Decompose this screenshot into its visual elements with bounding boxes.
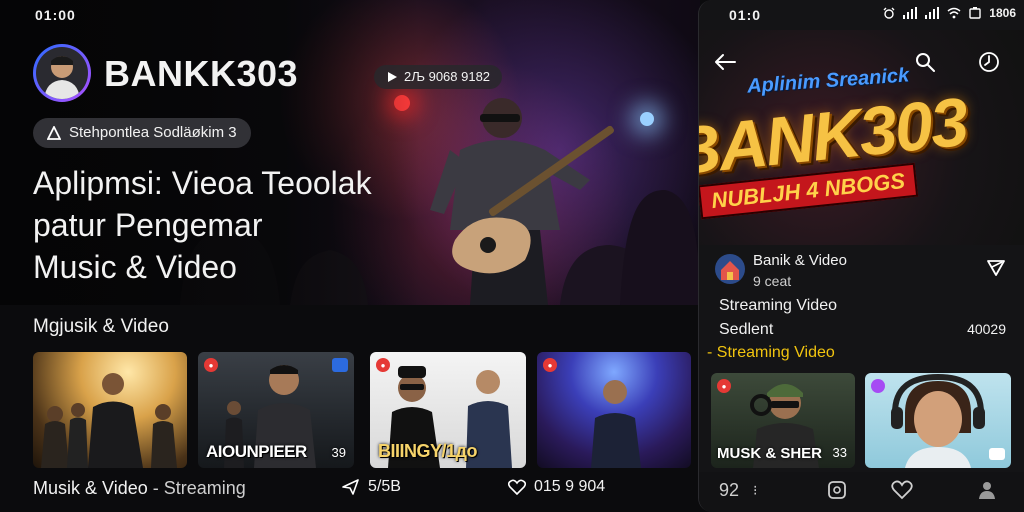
wifi-icon (947, 7, 961, 19)
card-overlay-text: AIOUNPIEER (206, 442, 307, 461)
channel-subtitle: 9 ceat (753, 273, 792, 289)
category-tag[interactable]: Stehpontleа Sodläøkim 3 (33, 118, 251, 148)
heart-icon (508, 479, 526, 495)
back-button[interactable] (711, 48, 739, 76)
share-icon (987, 260, 1005, 276)
card-count: 39 (331, 445, 346, 460)
brand-name[interactable]: BANKK303 (104, 53, 298, 95)
battery-icon (969, 7, 981, 19)
views-pill: 2Љ 9068 9182 (374, 65, 503, 89)
phone-share-button[interactable] (986, 257, 1006, 282)
phone-video-card[interactable] (865, 373, 1011, 468)
triangle-icon (47, 126, 61, 140)
share-count: 5/5B (368, 478, 401, 495)
house-icon (721, 261, 739, 280)
card-overlay-text: MUSK & SHER (717, 445, 823, 462)
phone-status-right: 1806 (989, 6, 1016, 20)
live-badge-icon: ● (717, 379, 731, 393)
hero-headline: Aplipmsi: Viеoa Teoolak patur Pengemar M… (33, 162, 433, 288)
like-button[interactable]: 015 9 904 (508, 478, 605, 496)
phone-panel: 01:0 1806 Aplinim Sreanick BANK303 NUBLJ… (698, 0, 1024, 512)
like-count: 015 9 904 (534, 478, 606, 495)
play-icon (388, 72, 397, 82)
hero-banner: 01:00 BANKK303 2Љ 9068 9182 Stehpontleа … (0, 0, 700, 305)
video-card[interactable]: ● BIIINGY/1дo (370, 352, 526, 468)
performer-figure (41, 373, 177, 468)
tab-profile[interactable] (977, 480, 997, 500)
clock-icon (979, 52, 999, 72)
tab-home[interactable]: 92 ⁝ (719, 480, 757, 501)
dots-icon: ⁝ (753, 482, 758, 498)
channel-badge-icon (989, 448, 1005, 460)
search-button[interactable] (911, 48, 939, 76)
footer-label-sub: Streaming (163, 478, 246, 498)
tab-likes[interactable] (891, 480, 913, 500)
live-badge-icon: ● (543, 358, 557, 372)
footer-label-main: Musik & Video (33, 478, 148, 498)
live-badge-icon: ● (204, 358, 218, 372)
video-card[interactable]: ● AIOUNPIEER 39 (198, 352, 354, 468)
category-tag-label: Stehpontleа Sodläøkim 3 (69, 124, 237, 141)
channel-avatar[interactable] (715, 254, 745, 284)
square-icon (828, 481, 846, 499)
headline-line: Aplipmsi: Viеoa Teoolak (33, 165, 372, 201)
footer-label-sep: - (147, 478, 164, 498)
phone-line-highlight[interactable]: - Streaming Video (707, 344, 835, 362)
signal-icon (925, 7, 940, 19)
video-card[interactable] (33, 352, 187, 468)
headline-line: patur Pengemar (33, 207, 263, 243)
card-overlay-text: BIIINGY/1дo (378, 441, 477, 461)
share-icon (342, 479, 359, 495)
heart-icon (891, 480, 913, 500)
phone-line: Sedlent (719, 321, 774, 338)
share-button[interactable]: 5/5B (342, 478, 401, 496)
arrow-left-icon (715, 54, 736, 70)
channel-name[interactable]: Banik & Video (753, 252, 847, 269)
views-count: 2Љ 9068 9182 (404, 69, 491, 84)
status-time: 01:00 (35, 7, 76, 23)
tab-home-label: 92 (719, 480, 740, 500)
tab-shorts[interactable] (827, 480, 847, 500)
video-card[interactable]: ● (537, 352, 691, 468)
music-badge-icon (871, 379, 885, 393)
card-count: 33 (832, 445, 847, 460)
bottom-tab-bar: 92 ⁝ (699, 472, 1024, 512)
alarm-icon (883, 7, 895, 19)
performer-figure (591, 380, 641, 468)
phone-line: Streaming Video (719, 297, 837, 314)
section-title: Mgjusik & Video (33, 316, 169, 337)
phone-status-time: 01:0 (729, 7, 762, 23)
person-icon (44, 56, 80, 99)
search-icon (916, 53, 935, 72)
phone-count: 40029 (967, 321, 1006, 337)
history-button[interactable] (975, 48, 1003, 76)
avatar-face (36, 47, 88, 99)
phone-status-icons: 1806 (883, 6, 1016, 20)
headline-line: Music & Video (33, 249, 237, 285)
footer-label: Musik & Video - Streaming (33, 478, 246, 499)
guitarist-figure (430, 98, 614, 305)
phone-video-card[interactable]: ● MUSK & SHER 33 (711, 373, 855, 468)
brand-avatar[interactable] (33, 44, 91, 102)
channel-badge-icon (332, 358, 348, 372)
signal-icon (903, 7, 918, 19)
live-badge-icon: ● (376, 358, 390, 372)
profile-icon (979, 482, 995, 499)
